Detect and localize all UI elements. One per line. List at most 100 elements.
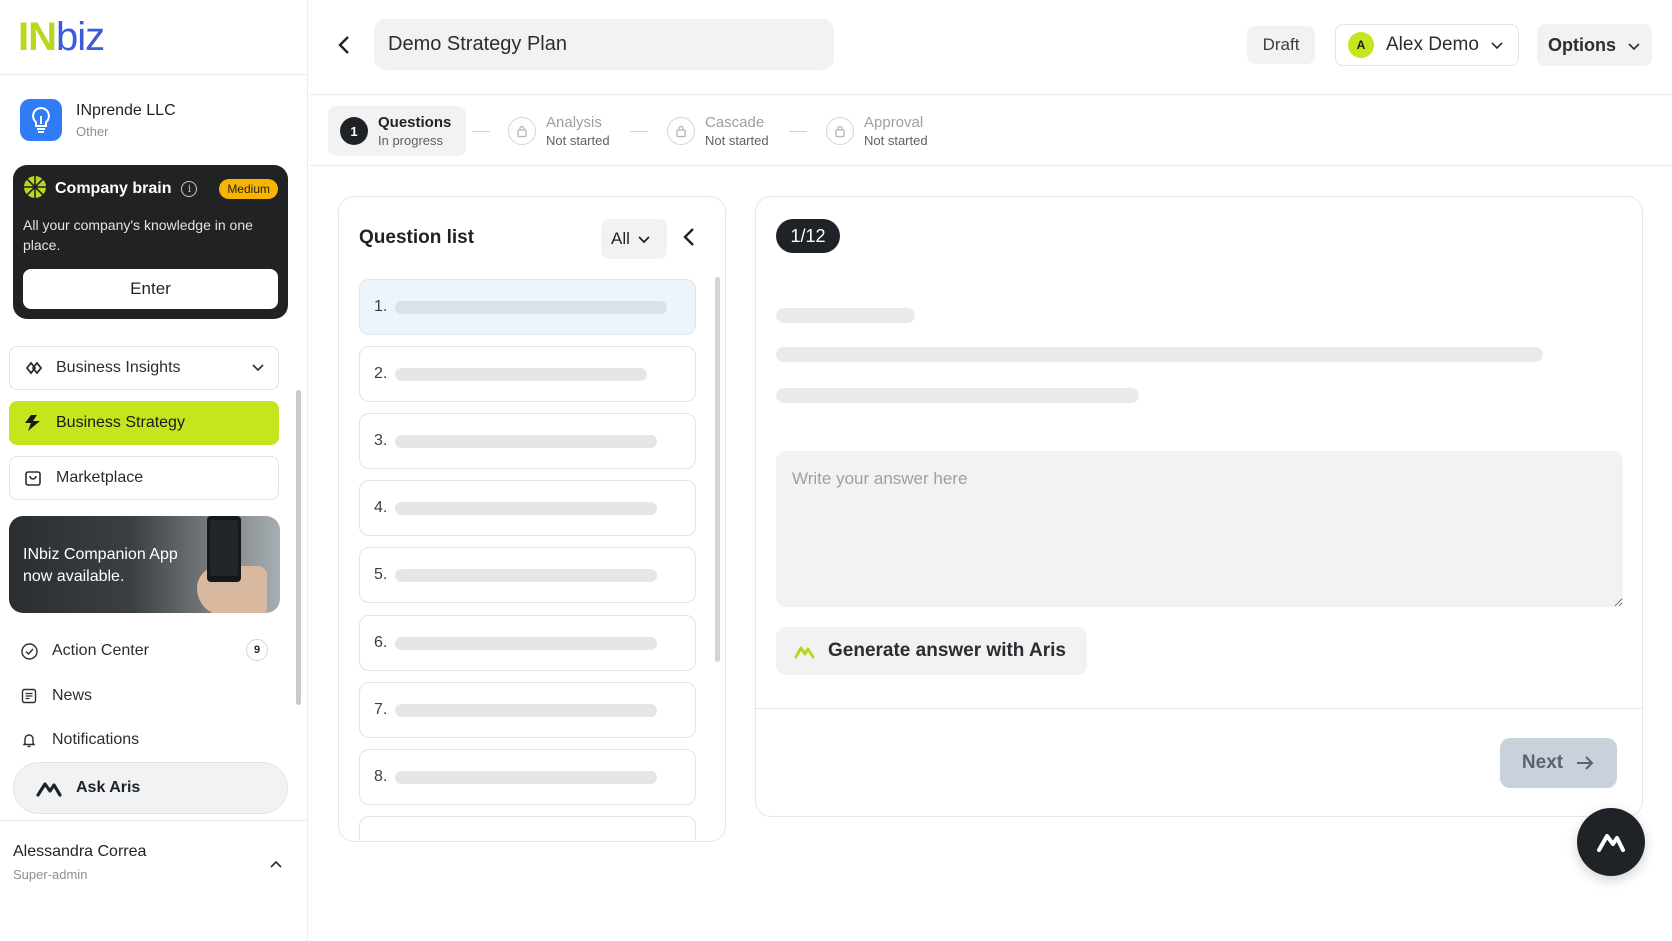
company-info: INprende LLC Other — [76, 102, 176, 139]
aris-chat-fab[interactable] — [1577, 808, 1645, 876]
question-item[interactable]: 2. — [359, 346, 696, 402]
divider — [0, 74, 308, 75]
question-item[interactable]: 4. — [359, 480, 696, 536]
loading-skeleton — [395, 703, 658, 717]
company-brain-header: Company brain i Medium — [23, 175, 278, 204]
arrow-right-icon — [1577, 756, 1594, 770]
step-label: Cascade — [705, 114, 765, 131]
step-number: 1 — [340, 117, 368, 145]
sidebar-scrollbar[interactable] — [296, 390, 301, 705]
action-center-count-badge: 9 — [246, 639, 268, 661]
step-analysis[interactable]: Analysis Not started — [508, 106, 610, 156]
loading-skeleton — [395, 367, 648, 381]
sidebar: INbiz INprende LLC Other Company brain i… — [0, 0, 308, 941]
chevron-up-icon[interactable] — [270, 855, 282, 873]
insights-icon — [22, 357, 44, 379]
strategy-bolt-icon — [22, 412, 44, 434]
chevron-down-icon — [252, 359, 264, 377]
loading-skeleton — [395, 300, 668, 314]
question-filter-select[interactable]: All — [601, 219, 667, 259]
link-action-center[interactable]: Action Center — [20, 639, 149, 663]
bell-icon — [20, 731, 38, 749]
chevron-down-icon — [1628, 35, 1640, 56]
promo-text: INbiz Companion App now available. — [23, 546, 178, 585]
question-item[interactable]: 8. — [359, 749, 696, 805]
nav-business-insights[interactable]: Business Insights — [9, 346, 279, 390]
aris-logo-icon — [36, 782, 62, 797]
plan-title-input[interactable]: Demo Strategy Plan — [374, 19, 834, 70]
step-label: Approval — [864, 114, 924, 131]
back-button[interactable] — [332, 30, 356, 60]
lightbulb-icon — [20, 99, 62, 141]
step-status: Not started — [864, 133, 928, 148]
shopping-bag-icon — [22, 467, 44, 489]
lock-icon — [508, 117, 536, 145]
step-cascade[interactable]: Cascade Not started — [667, 106, 769, 156]
loading-skeleton — [776, 308, 915, 323]
brain-icon — [23, 175, 47, 204]
step-connector — [472, 131, 490, 132]
chevron-left-icon — [683, 228, 694, 246]
divider — [309, 94, 1672, 95]
news-icon — [20, 687, 38, 705]
step-label: Questions — [378, 114, 452, 131]
avatar: A — [1348, 32, 1374, 58]
question-item[interactable] — [359, 816, 696, 841]
user-role: Super-admin — [13, 867, 88, 882]
step-connector — [630, 131, 648, 132]
loading-skeleton — [395, 636, 658, 650]
chevron-down-icon — [1491, 34, 1503, 56]
nav-business-strategy[interactable]: Business Strategy — [9, 401, 279, 445]
owner-selector[interactable]: A Alex Demo — [1335, 24, 1519, 66]
divider — [756, 708, 1642, 709]
aris-logo-icon — [794, 646, 815, 659]
nav-label: Marketplace — [56, 469, 144, 486]
company-name: INprende LLC — [76, 101, 176, 119]
knowledge-level-badge: Medium — [219, 179, 278, 199]
answer-panel: 1/12 Generate answer with Aris Next — [755, 196, 1643, 817]
current-user[interactable]: Alessandra Correa Super-admin — [13, 843, 146, 882]
inbiz-logo[interactable]: INbiz — [18, 14, 105, 60]
company-brain-description: All your company's knowledge in one plac… — [23, 217, 253, 253]
divider — [309, 165, 1672, 166]
options-menu-button[interactable]: Options — [1537, 24, 1652, 66]
step-questions[interactable]: 1 Questions In progress — [328, 106, 466, 156]
loading-skeleton — [395, 770, 658, 784]
question-item[interactable]: 6. — [359, 615, 696, 671]
question-item[interactable]: 7. — [359, 682, 696, 738]
app-root: INbiz INprende LLC Other Company brain i… — [0, 0, 1672, 941]
company-brain-card: Company brain i Medium All your company'… — [13, 165, 288, 319]
user-name: Alessandra Correa — [13, 843, 147, 860]
companion-app-promo[interactable]: INbiz Companion App now available. — [9, 516, 280, 613]
chevron-down-icon — [638, 229, 650, 249]
step-label: Analysis — [546, 114, 602, 131]
phone-image — [207, 516, 241, 582]
ask-aris-button[interactable]: Ask Aris — [13, 762, 288, 814]
generate-answer-button[interactable]: Generate answer with Aris — [776, 627, 1087, 675]
info-icon[interactable]: i — [181, 181, 198, 197]
link-notifications[interactable]: Notifications — [20, 728, 139, 752]
nav-label: Business Insights — [56, 359, 181, 376]
aris-logo-icon — [1597, 834, 1625, 852]
next-button[interactable]: Next — [1500, 738, 1617, 788]
step-status: Not started — [705, 133, 769, 148]
company-switcher[interactable]: INprende LLC Other — [20, 98, 176, 142]
collapse-panel-button[interactable] — [683, 227, 695, 252]
question-list-title: Question list — [359, 227, 475, 248]
chevron-left-icon — [338, 36, 349, 54]
nav-marketplace[interactable]: Marketplace — [9, 456, 279, 500]
enter-brain-button[interactable]: Enter — [23, 269, 278, 309]
link-news[interactable]: News — [20, 684, 92, 708]
check-circle-icon — [20, 642, 38, 660]
answer-textarea[interactable] — [776, 451, 1623, 607]
question-item[interactable]: 3. — [359, 413, 696, 469]
question-list-scrollbar[interactable] — [715, 277, 720, 662]
question-item[interactable]: 5. — [359, 547, 696, 603]
loading-skeleton — [776, 347, 1543, 362]
question-item[interactable]: 1. — [359, 279, 696, 335]
step-approval[interactable]: Approval Not started — [826, 106, 928, 156]
nav-label: Business Strategy — [56, 414, 185, 431]
step-connector — [789, 131, 807, 132]
company-brain-title: Company brain — [55, 180, 172, 197]
lock-icon — [667, 117, 695, 145]
